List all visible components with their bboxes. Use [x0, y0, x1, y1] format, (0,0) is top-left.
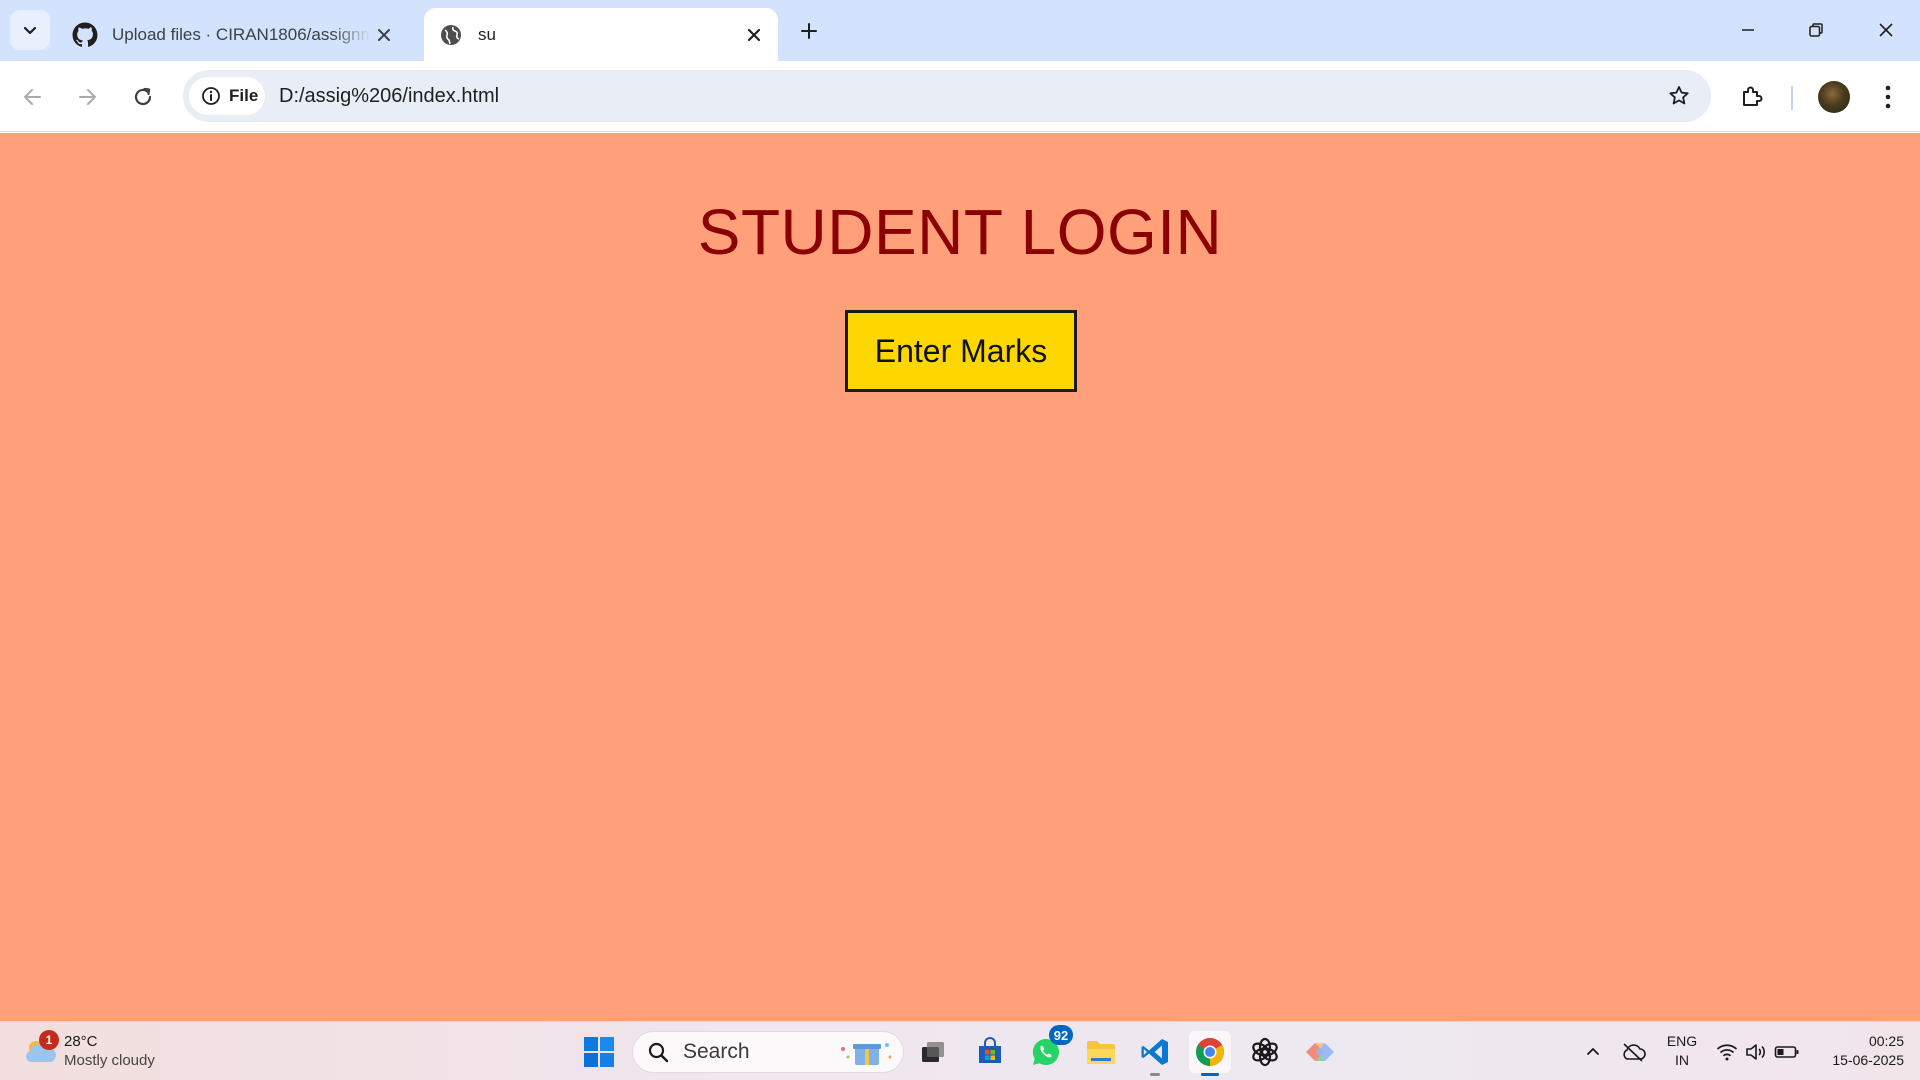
- url-text[interactable]: D:/assig%206/index.html: [279, 85, 499, 108]
- system-clock[interactable]: 00:25 15-06-2025: [1814, 1032, 1904, 1070]
- restore-icon: [1809, 23, 1823, 37]
- task-view-button[interactable]: [912, 1031, 954, 1073]
- star-icon: [1669, 86, 1689, 105]
- volume-button[interactable]: [1744, 1039, 1770, 1065]
- extensions-button[interactable]: [1732, 77, 1772, 117]
- file-explorer-button[interactable]: [1080, 1031, 1122, 1073]
- whatsapp-button[interactable]: 92: [1025, 1025, 1073, 1073]
- close-icon: [1879, 23, 1893, 37]
- task-view-icon: [922, 1042, 944, 1062]
- site-info-chip[interactable]: File: [189, 77, 265, 115]
- chrome-button[interactable]: [1189, 1031, 1231, 1076]
- new-tab-button[interactable]: [792, 14, 826, 48]
- toolbar-divider: [1791, 86, 1793, 110]
- close-tab-icon[interactable]: [740, 21, 768, 49]
- browser-toolbar: File D:/assig%206/index.html: [0, 61, 1920, 132]
- weather-description: Mostly cloudy: [64, 1052, 155, 1069]
- close-tab-icon[interactable]: [370, 21, 398, 49]
- weather-widget[interactable]: 1 28°C Mostly cloudy: [22, 1030, 182, 1074]
- wifi-button[interactable]: [1714, 1039, 1740, 1065]
- close-window-button[interactable]: [1858, 8, 1914, 52]
- address-bar[interactable]: File D:/assig%206/index.html: [183, 70, 1711, 122]
- whatsapp-badge: 92: [1049, 1025, 1073, 1045]
- forward-button[interactable]: [67, 77, 107, 117]
- site-chip-label: File: [229, 86, 259, 105]
- gemini-button[interactable]: [1299, 1031, 1341, 1073]
- reload-icon: [134, 87, 152, 106]
- weather-temperature: 28°C: [64, 1033, 98, 1050]
- battery-button[interactable]: [1774, 1039, 1800, 1065]
- bookmark-button[interactable]: [1663, 80, 1695, 112]
- start-button[interactable]: [582, 1035, 616, 1069]
- clock-date: 15-06-2025: [1832, 1052, 1904, 1068]
- enter-marks-button[interactable]: Enter Marks: [845, 310, 1077, 392]
- tab-upload-files[interactable]: Upload files · CIRAN1806/assignment: [58, 8, 408, 61]
- reload-button[interactable]: [123, 77, 163, 117]
- restore-button[interactable]: [1788, 8, 1844, 52]
- minimize-button[interactable]: [1720, 8, 1776, 52]
- tab-su[interactable]: su: [424, 8, 778, 61]
- microsoft-store-button[interactable]: [969, 1031, 1011, 1073]
- taskbar-search[interactable]: Search: [632, 1031, 904, 1073]
- speaker-icon: [1746, 1044, 1765, 1060]
- chatgpt-icon: [1252, 1037, 1278, 1067]
- wifi-icon: [1716, 1044, 1738, 1061]
- search-icon: [648, 1042, 669, 1063]
- chevron-down-icon: [23, 26, 37, 35]
- windows-taskbar: 1 28°C Mostly cloudy Search 92 ENG IN 00…: [0, 1021, 1920, 1080]
- gemini-icon: [1306, 1043, 1334, 1061]
- page-title: STUDENT LOGIN: [697, 196, 1223, 268]
- language-code: ENG: [1666, 1033, 1698, 1049]
- chatgpt-button[interactable]: [1244, 1031, 1286, 1073]
- minimize-icon: [1742, 29, 1754, 31]
- vscode-icon: [1141, 1039, 1168, 1065]
- github-icon: [72, 22, 98, 48]
- puzzle-icon: [1743, 86, 1763, 106]
- chevron-up-icon: [1587, 1048, 1599, 1055]
- globe-icon: [438, 22, 464, 48]
- cloud-off-icon: [1623, 1043, 1646, 1062]
- forward-arrow-icon: [79, 89, 96, 105]
- profile-avatar[interactable]: [1818, 81, 1850, 113]
- onedrive-button[interactable]: [1620, 1039, 1646, 1065]
- more-vertical-icon: [1885, 85, 1891, 109]
- tab-title: su: [478, 24, 496, 44]
- search-label: Search: [683, 1040, 750, 1063]
- plus-icon: [801, 23, 817, 39]
- weather-badge: 1: [39, 1030, 59, 1050]
- region-code: IN: [1675, 1052, 1689, 1068]
- vscode-button[interactable]: [1134, 1031, 1176, 1076]
- gift-icon: [841, 1043, 892, 1065]
- file-explorer-icon: [1087, 1041, 1115, 1064]
- show-hidden-icons-button[interactable]: [1580, 1039, 1606, 1065]
- clock-time: 00:25: [1868, 1033, 1904, 1049]
- input-language[interactable]: ENG IN: [1662, 1032, 1702, 1070]
- tab-strip: Upload files · CIRAN1806/assignment su: [0, 0, 1920, 61]
- tab-search-button[interactable]: [10, 10, 50, 50]
- tab-title: Upload files · CIRAN1806/assignment: [112, 24, 370, 44]
- windows-logo-icon: [584, 1037, 614, 1067]
- chrome-icon: [1196, 1038, 1224, 1066]
- page-content: STUDENT LOGIN Enter Marks: [0, 133, 1920, 1021]
- info-icon: [202, 87, 220, 105]
- back-button[interactable]: [13, 77, 53, 117]
- back-arrow-icon: [24, 89, 41, 105]
- browser-menu-button[interactable]: [1868, 77, 1908, 117]
- battery-icon: [1774, 1046, 1799, 1058]
- microsoft-store-icon: [979, 1037, 1001, 1063]
